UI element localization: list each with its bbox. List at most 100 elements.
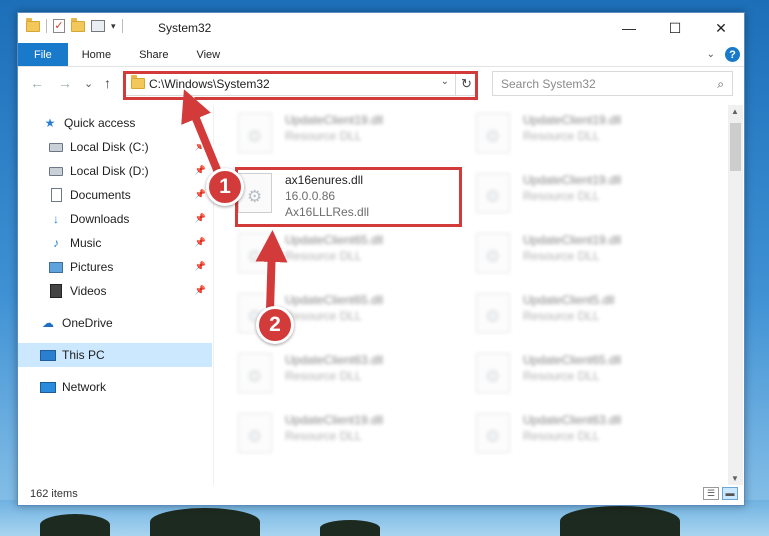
file-item[interactable]: UpdateClient5.dll Resource DLL bbox=[456, 287, 686, 343]
step-2-badge: 2 bbox=[256, 306, 294, 344]
sidebar-item-quick-access[interactable]: ★ Quick access bbox=[18, 111, 212, 135]
sidebar-item-videos[interactable]: Videos 📌 bbox=[18, 279, 212, 303]
minimize-button[interactable]: — bbox=[606, 13, 652, 43]
sidebar-item-label: Local Disk (C:) bbox=[70, 140, 149, 154]
file-item[interactable]: UpdateClient19.dll Resource DLL bbox=[456, 227, 686, 283]
palm-tree-silhouette bbox=[320, 520, 380, 536]
sidebar-item-label: Videos bbox=[70, 284, 107, 298]
sidebar-item-pictures[interactable]: Pictures 📌 bbox=[18, 255, 212, 279]
file-type: Resource DLL bbox=[285, 369, 362, 383]
sidebar-item-local-disk-c[interactable]: Local Disk (C:) 📌 bbox=[18, 135, 212, 159]
up-button[interactable]: ↑ bbox=[104, 75, 111, 91]
forward-button[interactable]: → bbox=[58, 75, 72, 91]
sidebar-item-music[interactable]: ♪ Music 📌 bbox=[18, 231, 212, 255]
star-icon: ★ bbox=[44, 116, 56, 130]
window-controls: — ☐ ✕ bbox=[606, 13, 744, 43]
sidebar-item-network[interactable]: Network bbox=[18, 375, 212, 399]
back-button[interactable]: ← bbox=[30, 75, 44, 91]
toolbar-separator bbox=[46, 19, 47, 33]
file-item[interactable]: UpdateClient19.dll Resource DLL bbox=[218, 107, 448, 163]
file-name: UpdateClient19.dll bbox=[523, 173, 622, 187]
file-type: Resource DLL bbox=[523, 309, 600, 323]
title-bar: ✓ ▾ System32 — ☐ ✕ bbox=[18, 13, 744, 43]
file-type: Resource DLL bbox=[523, 249, 600, 263]
sidebar-item-label: Pictures bbox=[70, 260, 114, 274]
properties-check-icon[interactable]: ✓ bbox=[53, 19, 65, 33]
view-toggle: ☰ ▬ bbox=[703, 487, 738, 500]
pin-icon: 📌 bbox=[194, 141, 206, 151]
pictures-icon bbox=[48, 260, 64, 274]
pin-icon: 📌 bbox=[194, 261, 206, 271]
computer-icon bbox=[40, 348, 56, 362]
maximize-button[interactable]: ☐ bbox=[652, 13, 698, 43]
vertical-scrollbar[interactable]: ▲ ▼ bbox=[728, 105, 743, 485]
address-bar-highlight bbox=[123, 71, 478, 100]
dll-file-icon bbox=[238, 113, 272, 153]
scrollbar-thumb[interactable] bbox=[730, 123, 741, 171]
file-type: Resource DLL bbox=[285, 249, 362, 263]
scroll-up-arrow-icon[interactable]: ▲ bbox=[731, 107, 739, 116]
new-folder-icon[interactable] bbox=[71, 17, 85, 32]
file-type: Resource DLL bbox=[523, 369, 600, 383]
tab-share[interactable]: Share bbox=[125, 43, 182, 66]
file-item[interactable]: UpdateClient65.dll Resource DLL bbox=[218, 227, 448, 283]
file-name: UpdateClient19.dll bbox=[523, 233, 622, 247]
window-title: System32 bbox=[158, 21, 212, 35]
drive-icon bbox=[48, 140, 64, 154]
file-item[interactable]: UpdateClient63.dll Resource DLL bbox=[218, 347, 448, 403]
ribbon-tabs: File Home Share View ⌄ ? bbox=[18, 43, 744, 67]
network-icon bbox=[40, 380, 56, 394]
close-button[interactable]: ✕ bbox=[698, 13, 744, 43]
file-type: Resource DLL bbox=[523, 189, 600, 203]
item-count: 162 items bbox=[30, 488, 78, 500]
search-icon[interactable]: ⌕ bbox=[717, 77, 724, 92]
file-item[interactable]: UpdateClient19.dll Resource DLL bbox=[218, 407, 448, 463]
status-bar: 162 items ☰ ▬ bbox=[18, 485, 744, 505]
dll-file-icon bbox=[476, 173, 510, 213]
file-name: UpdateClient5.dll bbox=[523, 293, 615, 307]
expand-ribbon-chevron-icon[interactable]: ⌄ bbox=[707, 49, 715, 60]
pin-icon: 📌 bbox=[194, 165, 206, 175]
dll-file-icon bbox=[476, 113, 510, 153]
sidebar-item-label: OneDrive bbox=[62, 316, 113, 330]
sidebar-item-label: Local Disk (D:) bbox=[70, 164, 149, 178]
palm-tree-silhouette bbox=[150, 508, 260, 536]
recent-locations-button[interactable]: ⌄ bbox=[84, 77, 93, 90]
file-highlight bbox=[235, 167, 462, 227]
properties-icon[interactable] bbox=[91, 20, 105, 32]
file-item[interactable]: UpdateClient19.dll Resource DLL bbox=[456, 167, 686, 223]
sidebar-item-onedrive[interactable]: ☁ OneDrive bbox=[18, 311, 212, 335]
dll-file-icon bbox=[476, 233, 510, 273]
help-icon[interactable]: ? bbox=[725, 47, 740, 62]
file-name: UpdateClient63.dll bbox=[285, 353, 384, 367]
scroll-down-arrow-icon[interactable]: ▼ bbox=[731, 474, 739, 483]
large-icons-view-icon[interactable]: ▬ bbox=[722, 487, 738, 500]
file-item[interactable]: UpdateClient19.dll Resource DLL bbox=[456, 107, 686, 163]
details-view-icon[interactable]: ☰ bbox=[703, 487, 719, 500]
file-name: UpdateClient65.dll bbox=[523, 353, 622, 367]
file-type: Resource DLL bbox=[523, 129, 600, 143]
sidebar-item-downloads[interactable]: ↓ Downloads 📌 bbox=[18, 207, 212, 231]
sidebar-item-label: Music bbox=[70, 236, 102, 250]
file-item[interactable]: UpdateClient65.dll Resource DLL bbox=[456, 347, 686, 403]
pin-icon: 📌 bbox=[194, 237, 206, 247]
tab-home[interactable]: Home bbox=[68, 43, 125, 66]
tab-view[interactable]: View bbox=[182, 43, 234, 66]
pin-icon: 📌 bbox=[194, 189, 206, 199]
search-placeholder[interactable]: Search System32 bbox=[501, 77, 596, 91]
sidebar-item-local-disk-d[interactable]: Local Disk (D:) 📌 bbox=[18, 159, 212, 183]
videos-icon bbox=[48, 284, 64, 298]
folder-icon bbox=[26, 17, 40, 32]
file-item[interactable]: UpdateClient65.dll Resource DLL bbox=[218, 287, 448, 343]
tab-file[interactable]: File bbox=[18, 43, 68, 66]
pane-divider[interactable] bbox=[213, 105, 214, 485]
search-box[interactable]: Search System32 ⌕ bbox=[492, 71, 733, 96]
sidebar-item-documents[interactable]: Documents 📌 bbox=[18, 183, 212, 207]
customize-toolbar-chevron-icon[interactable]: ▾ bbox=[111, 21, 116, 32]
file-name: UpdateClient19.dll bbox=[285, 413, 384, 427]
sidebar-item-this-pc[interactable]: This PC bbox=[18, 343, 212, 367]
palm-tree-silhouette bbox=[40, 514, 110, 536]
sidebar-item-label: Quick access bbox=[64, 116, 136, 130]
file-item[interactable]: UpdateClient63.dll Resource DLL bbox=[456, 407, 686, 463]
navigation-pane: ★ Quick access Local Disk (C:) 📌 Local D… bbox=[18, 105, 212, 485]
